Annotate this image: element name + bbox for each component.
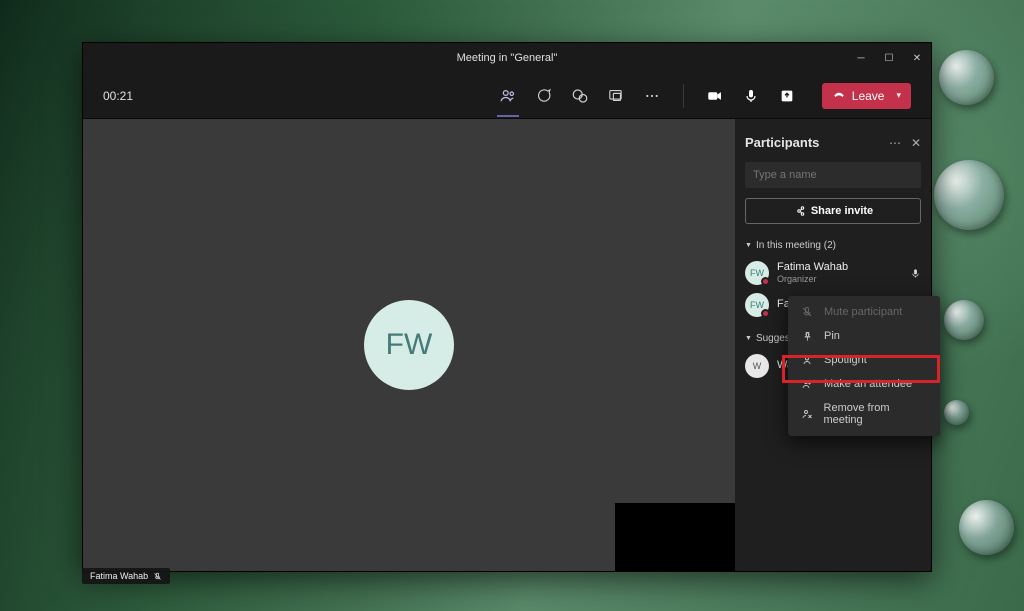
presence-badge — [761, 277, 770, 286]
chevron-down-icon: ▾ — [896, 90, 901, 101]
speaker-name: Fatima Wahab — [90, 571, 148, 581]
titlebar: Meeting in "General" ─ ☐ ✕ — [83, 43, 931, 73]
window-controls: ─ ☐ ✕ — [847, 43, 931, 73]
leave-button[interactable]: Leave ▾ — [822, 83, 911, 109]
chevron-down-icon: ▼ — [745, 335, 752, 342]
avatar-initials: FW — [386, 328, 433, 362]
meeting-toolbar: 00:21 — [83, 73, 931, 119]
presence-badge — [761, 309, 770, 318]
menu-label: Spotlight — [824, 354, 867, 366]
more-icon[interactable] — [643, 87, 661, 105]
menu-label: Remove from meeting — [824, 402, 928, 426]
close-button[interactable]: ✕ — [903, 43, 931, 73]
chevron-down-icon: ▼ — [745, 242, 752, 249]
in-meeting-section[interactable]: ▼ In this meeting (2) — [745, 240, 921, 251]
camera-icon[interactable] — [706, 87, 724, 105]
participant-role: Organizer — [777, 274, 848, 285]
chat-icon[interactable] — [535, 87, 553, 105]
in-meeting-label: In this meeting (2) — [756, 240, 836, 251]
rooms-icon[interactable] — [607, 87, 625, 105]
remove-person-icon — [800, 408, 814, 420]
menu-label: Make an attendee — [824, 378, 912, 390]
self-preview[interactable] — [615, 503, 735, 571]
share-invite-button[interactable]: Share invite — [745, 198, 921, 224]
mic-icon[interactable] — [742, 87, 760, 105]
leave-label: Leave — [852, 89, 885, 103]
menu-spotlight[interactable]: Spotlight — [788, 348, 940, 372]
panel-close-icon[interactable]: ✕ — [911, 136, 921, 150]
participant-context-menu: Mute participant Pin Spotlight Make an a… — [788, 296, 940, 436]
share-invite-label: Share invite — [811, 205, 873, 217]
menu-label: Mute participant — [824, 306, 902, 318]
mic-on-icon[interactable] — [910, 268, 921, 279]
people-icon[interactable] — [499, 87, 517, 105]
menu-mute-participant: Mute participant — [788, 300, 940, 324]
menu-remove[interactable]: Remove from meeting — [788, 396, 940, 432]
menu-pin[interactable]: Pin — [788, 324, 940, 348]
window-title: Meeting in "General" — [457, 52, 558, 64]
avatar: W — [745, 354, 769, 378]
participant-avatar: FW — [364, 300, 454, 390]
share-icon[interactable] — [778, 87, 796, 105]
pin-icon — [800, 331, 814, 342]
maximize-button[interactable]: ☐ — [875, 43, 903, 73]
meeting-stage: FW — [83, 119, 735, 571]
spotlight-icon — [800, 354, 814, 366]
avatar: FW — [745, 261, 769, 285]
reactions-icon[interactable] — [571, 87, 589, 105]
menu-make-attendee[interactable]: Make an attendee — [788, 372, 940, 396]
minimize-button[interactable]: ─ — [847, 43, 875, 73]
attendee-icon — [800, 378, 814, 390]
meeting-timer: 00:21 — [103, 89, 133, 103]
mic-muted-icon — [800, 306, 814, 318]
mic-muted-icon — [153, 572, 162, 581]
menu-label: Pin — [824, 330, 840, 342]
participant-name: Fatima Wahab — [777, 261, 848, 274]
search-input[interactable] — [745, 162, 921, 188]
speaker-badge: Fatima Wahab — [82, 568, 170, 584]
avatar: FW — [745, 293, 769, 317]
panel-title: Participants — [745, 135, 819, 150]
participant-row[interactable]: FW Fatima Wahab Organizer — [745, 257, 921, 289]
panel-more-icon[interactable]: ⋯ — [889, 136, 901, 150]
